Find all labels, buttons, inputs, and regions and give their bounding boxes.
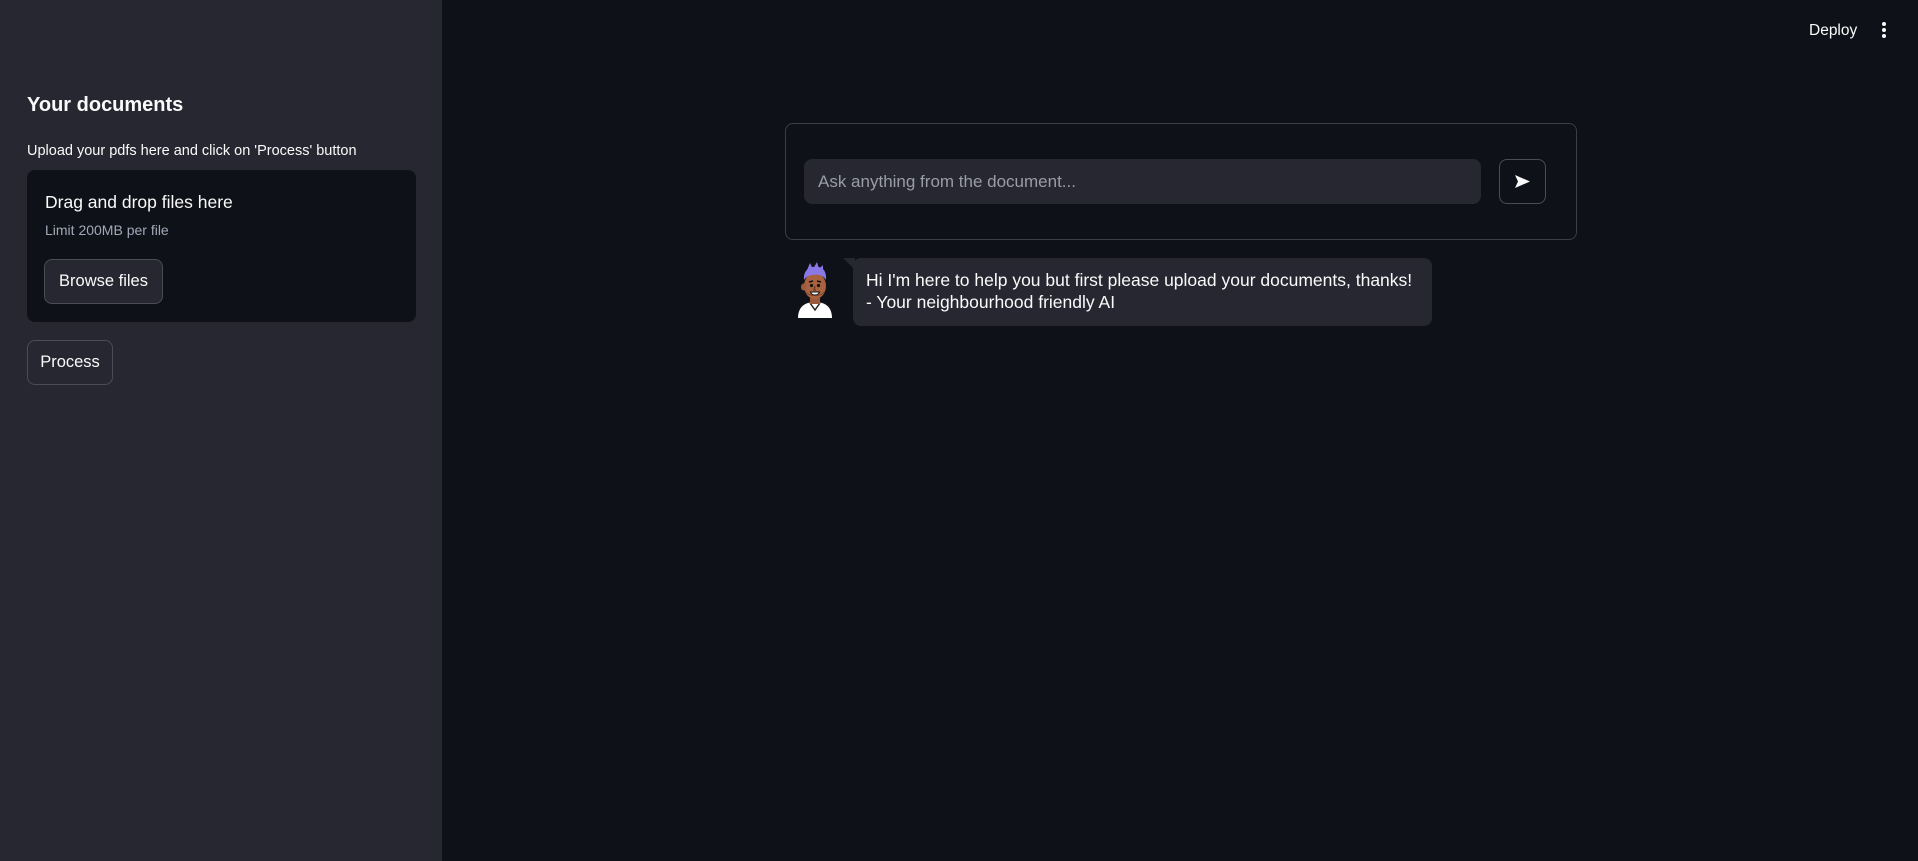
- file-dropzone[interactable]: Drag and drop files here Limit 200MB per…: [27, 170, 416, 322]
- bot-avatar-icon: [792, 260, 838, 318]
- chat-input[interactable]: [804, 159, 1481, 204]
- kebab-menu-icon[interactable]: [1876, 20, 1892, 40]
- dropzone-limit: Limit 200MB per file: [45, 222, 169, 238]
- deploy-button[interactable]: Deploy: [1809, 22, 1857, 40]
- sidebar: Your documents Upload your pdfs here and…: [0, 0, 442, 861]
- dropzone-title: Drag and drop files here: [45, 192, 233, 212]
- sidebar-title: Your documents: [27, 94, 184, 116]
- send-icon: [1515, 175, 1530, 188]
- chat-form: [785, 123, 1577, 240]
- app-root: Your documents Upload your pdfs here and…: [0, 0, 1918, 861]
- send-button[interactable]: [1499, 159, 1546, 204]
- bot-message-bubble: Hi I'm here to help you but first please…: [843, 258, 1432, 326]
- process-button[interactable]: Process: [27, 340, 113, 385]
- upload-instructions: Upload your pdfs here and click on 'Proc…: [27, 143, 357, 159]
- browse-files-button[interactable]: Browse files: [44, 259, 163, 304]
